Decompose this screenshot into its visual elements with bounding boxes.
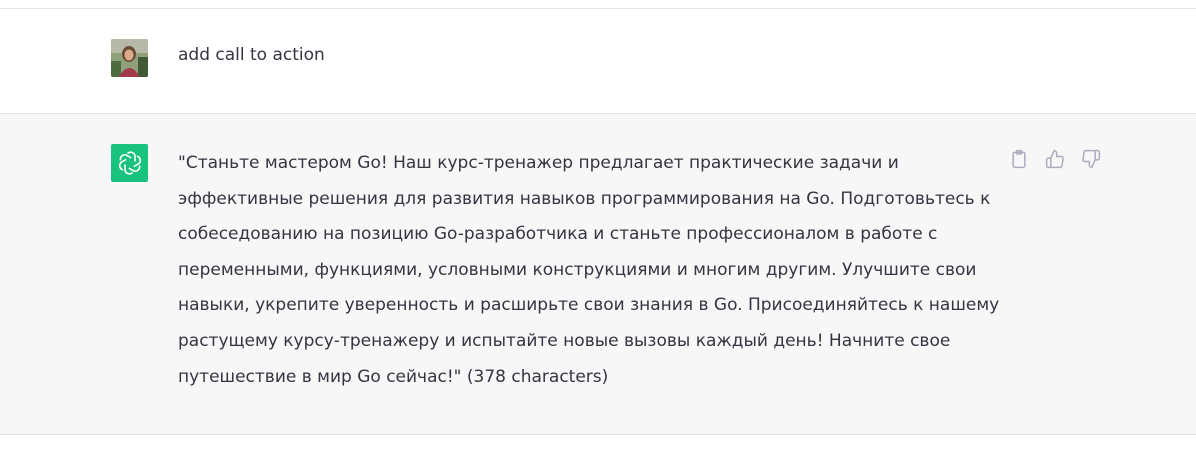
user-message-text: add call to action (178, 45, 325, 65)
thumbs-up-icon (1045, 149, 1064, 169)
thumbs-down-icon (1082, 149, 1101, 169)
thumbs-down-button[interactable] (1080, 148, 1102, 170)
assistant-message-text: "Станьте мастером Go! Наш курс-тренажер … (178, 153, 1000, 387)
assistant-message-row: "Станьте мастером Go! Наш курс-тренажер … (0, 114, 1196, 435)
user-avatar (111, 39, 148, 77)
user-photo (111, 39, 148, 77)
thumbs-up-button[interactable] (1044, 148, 1066, 170)
copy-icon (1012, 149, 1026, 169)
conversation: add call to action "Станьте мастером Go!… (0, 0, 1196, 450)
copy-button[interactable] (1008, 148, 1030, 170)
openai-logo-icon (111, 144, 148, 182)
user-message-row: add call to action (0, 9, 1196, 114)
message-actions (1008, 148, 1102, 170)
